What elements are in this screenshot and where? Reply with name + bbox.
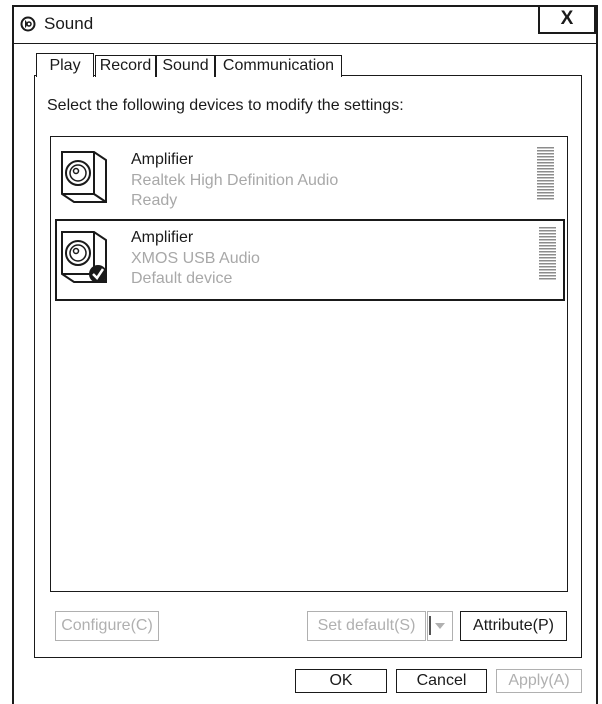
instruction-text: Select the following devices to modify t… — [47, 97, 404, 114]
configure-button[interactable]: Configure(C) — [55, 611, 159, 641]
tab-record[interactable]: Record — [95, 55, 156, 77]
playback-device-list[interactable]: Amplifier Realtek High Definition Audio … — [50, 136, 568, 592]
device-driver: XMOS USB Audio — [131, 250, 260, 267]
tab-communication[interactable]: Communication — [215, 55, 342, 77]
cancel-button[interactable]: Cancel — [396, 669, 487, 693]
device-status: Default device — [131, 270, 233, 287]
set-default-button[interactable]: Set default(S) — [307, 611, 426, 641]
volume-level-meter — [539, 227, 556, 281]
sound-app-icon — [20, 16, 36, 32]
tab-sound[interactable]: Sound — [156, 55, 215, 77]
window-title: Sound — [44, 14, 94, 33]
device-item-realtek[interactable]: Amplifier Realtek High Definition Audio … — [55, 139, 561, 217]
chevron-down-icon — [429, 616, 445, 635]
volume-level-meter — [537, 147, 554, 201]
device-name: Amplifier — [131, 151, 194, 168]
device-status: Ready — [131, 192, 178, 209]
close-button[interactable]: X — [538, 7, 596, 34]
device-item-xmos[interactable]: Amplifier XMOS USB Audio Default device — [55, 219, 565, 301]
device-name: Amplifier — [131, 229, 194, 246]
speaker-icon — [61, 231, 107, 283]
default-checkmark-icon — [89, 265, 107, 283]
selected-tab-gap — [37, 74, 92, 78]
ok-button[interactable]: OK — [295, 669, 387, 693]
title-bar-divider — [14, 43, 596, 44]
apply-button[interactable]: Apply(A) — [496, 669, 582, 693]
speaker-icon — [61, 151, 107, 203]
attribute-button[interactable]: Attribute(P) — [460, 611, 567, 641]
set-default-dropdown-arrow[interactable] — [427, 611, 453, 641]
device-driver: Realtek High Definition Audio — [131, 172, 339, 189]
